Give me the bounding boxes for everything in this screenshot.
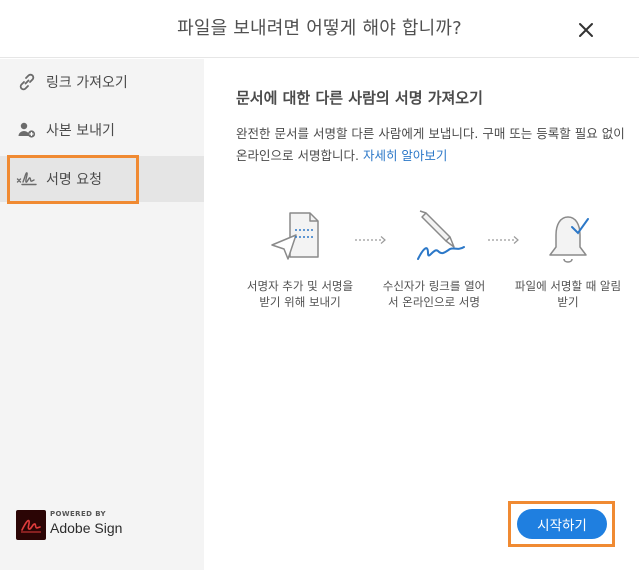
sidebar: 링크 가져오기 사본 보내기 서명 요청 POWERED BY Adobe Si… — [0, 59, 204, 570]
send-document-icon — [270, 209, 330, 269]
sidebar-item-send-copy[interactable]: 사본 보내기 — [0, 107, 204, 153]
dialog-title: 파일을 보내려면 어떻게 해야 합니까? — [177, 18, 462, 39]
step-label: 수신자가 링크를 열어서 온라인으로 서명 — [382, 279, 486, 309]
content-description: 완전한 문서를 서명할 다른 사람에게 보냅니다. 구매 또는 등록할 필요 없… — [236, 123, 626, 167]
arrow-icon — [354, 230, 388, 244]
sidebar-item-label: 사본 보내기 — [46, 123, 115, 139]
main-content: 문서에 대한 다른 사람의 서명 가져오기 완전한 문서를 서명할 다른 사람에… — [204, 59, 639, 570]
step-label: 서명자 추가 및 서명을 받기 위해 보내기 — [246, 279, 354, 309]
signature-icon — [16, 168, 38, 190]
learn-more-link[interactable]: 자세히 알아보기 — [363, 148, 447, 163]
user-add-icon — [16, 119, 38, 141]
dialog-header: 파일을 보내려면 어떻게 해야 합니까? — [0, 0, 639, 58]
powered-by-label: POWERED BY — [50, 510, 107, 518]
start-button[interactable]: 시작하기 — [517, 509, 607, 539]
send-file-dialog: 파일을 보내려면 어떻게 해야 합니까? 링크 가져오기 사본 보내기 서명 요… — [0, 0, 639, 570]
sidebar-item-request-signature[interactable]: 서명 요청 — [0, 156, 204, 202]
content-title: 문서에 대한 다른 사람의 서명 가져오기 — [236, 89, 483, 107]
pen-signing-icon — [410, 207, 470, 267]
sidebar-item-label: 서명 요청 — [46, 172, 102, 188]
step-label: 파일에 서명할 때 알림 받기 — [514, 279, 622, 309]
link-icon — [16, 71, 38, 93]
sidebar-item-get-link[interactable]: 링크 가져오기 — [0, 59, 204, 105]
adobe-sign-logo-icon — [16, 510, 46, 540]
close-icon[interactable] — [575, 19, 597, 41]
sidebar-item-label: 링크 가져오기 — [46, 75, 128, 91]
brand-name: Adobe Sign — [50, 520, 123, 536]
arrow-icon — [487, 230, 521, 244]
bell-check-icon — [540, 209, 600, 269]
